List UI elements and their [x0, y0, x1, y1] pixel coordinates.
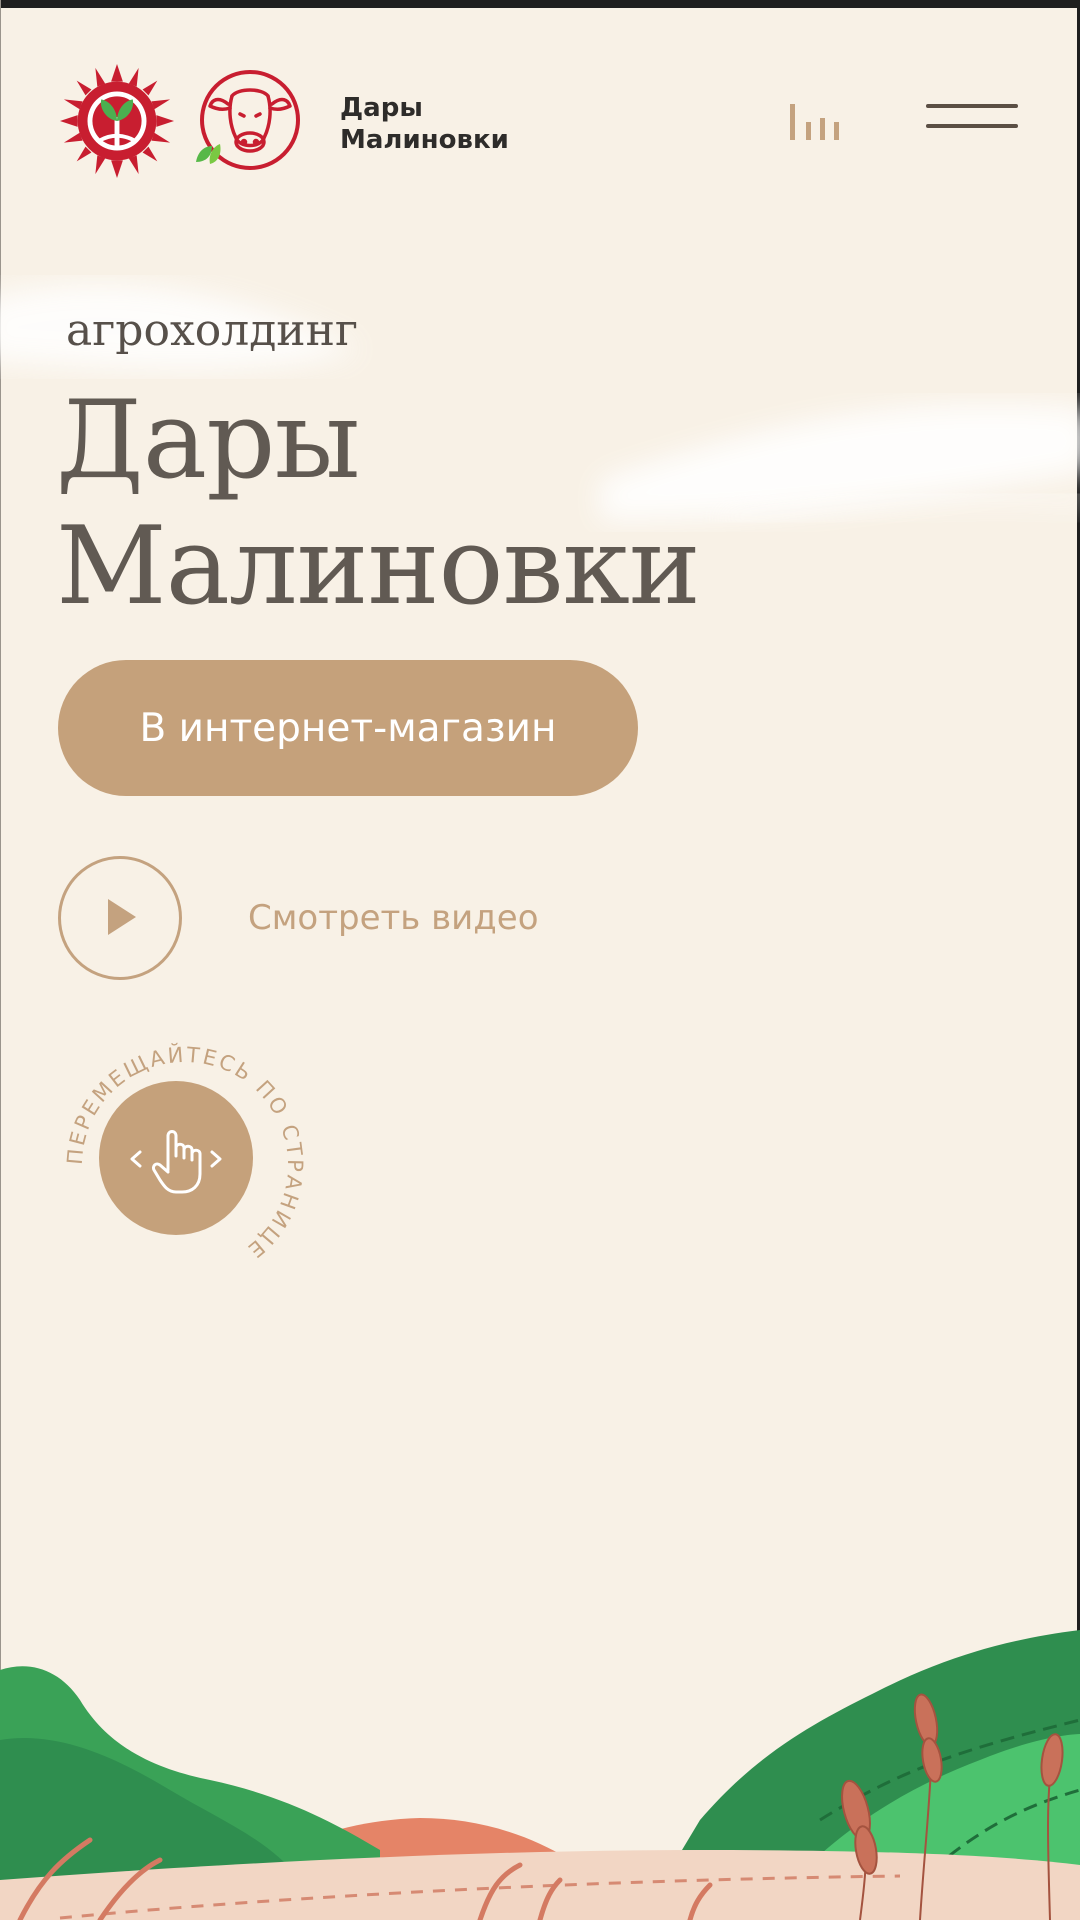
cow-head-logo-icon[interactable] — [188, 66, 302, 178]
scroll-hint[interactable]: ПЕРЕМЕЩАЙТЕСЬ ПО СТРАНИЦЕ — [60, 1040, 310, 1290]
menu-bar-bottom — [926, 124, 1018, 128]
scroll-hint-circle — [99, 1081, 253, 1235]
brand-name[interactable]: Дары Малиновки — [340, 92, 560, 156]
field-landscape-illustration — [0, 1630, 1080, 1920]
hero-kicker: агрохолдинг — [66, 305, 358, 356]
hamburger-menu-icon[interactable] — [926, 100, 1020, 140]
brand-name-line2: Малиновки — [340, 125, 509, 155]
sun-sprout-logo-icon[interactable] — [58, 62, 176, 180]
shop-button[interactable]: В интернет-магазин — [58, 660, 638, 796]
hero-title: Дары Малиновки — [56, 378, 856, 630]
hero-title-line2: Малиновки — [56, 504, 701, 629]
bars-icon[interactable] — [782, 100, 846, 146]
hero-title-line1: Дары — [56, 378, 360, 503]
brand-name-line1: Дары — [340, 93, 423, 123]
play-video-button[interactable] — [58, 856, 182, 980]
site-header: Дары Малиновки — [0, 0, 1080, 190]
watch-video-link[interactable]: Смотреть видео — [248, 898, 539, 938]
menu-bar-top — [926, 104, 1018, 108]
play-icon — [108, 899, 136, 935]
